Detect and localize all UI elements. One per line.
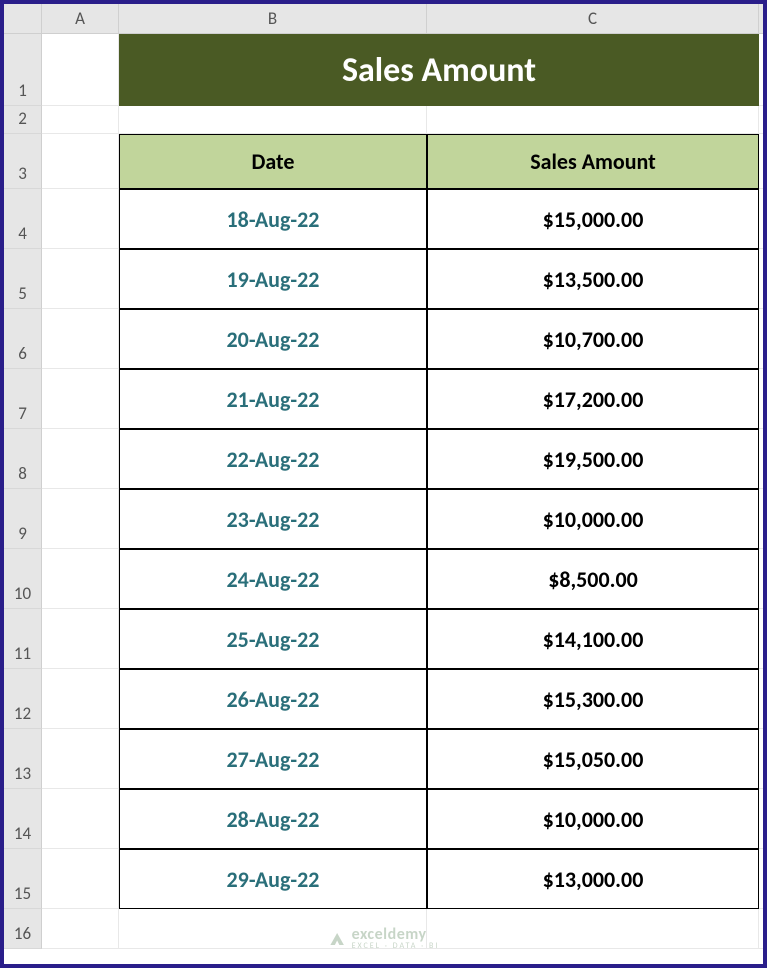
row-header-2[interactable]: 2 [4, 106, 42, 134]
cell-amount[interactable]: $8,500.00 [427, 549, 759, 609]
cell-C16[interactable] [427, 909, 759, 949]
cell-edge [759, 309, 767, 369]
col-header-B[interactable]: B [119, 4, 427, 34]
cell-A1[interactable] [42, 34, 119, 106]
cell-edge [759, 609, 767, 669]
cell-amount[interactable]: $10,000.00 [427, 789, 759, 849]
col-header-C[interactable]: C [427, 4, 759, 34]
row-header-4[interactable]: 4 [4, 189, 42, 249]
cell-edge [759, 489, 767, 549]
cell-amount[interactable]: $13,500.00 [427, 249, 759, 309]
cell-A8[interactable] [42, 429, 119, 489]
row-header-15[interactable]: 15 [4, 849, 42, 909]
cell-date[interactable]: 27-Aug-22 [119, 729, 427, 789]
cell-A13[interactable] [42, 729, 119, 789]
cell-date[interactable]: 19-Aug-22 [119, 249, 427, 309]
cell-A7[interactable] [42, 369, 119, 429]
table-header-amount[interactable]: Sales Amount [427, 134, 759, 189]
cell-A12[interactable] [42, 669, 119, 729]
cell-edge-3 [759, 134, 767, 189]
cell-date[interactable]: 25-Aug-22 [119, 609, 427, 669]
cell-edge [759, 189, 767, 249]
row-header-9[interactable]: 9 [4, 489, 42, 549]
cell-amount[interactable]: $15,050.00 [427, 729, 759, 789]
row-header-11[interactable]: 11 [4, 609, 42, 669]
cell-amount[interactable]: $19,500.00 [427, 429, 759, 489]
cell-amount[interactable]: $15,000.00 [427, 189, 759, 249]
cell-A14[interactable] [42, 789, 119, 849]
cell-A15[interactable] [42, 849, 119, 909]
row-header-12[interactable]: 12 [4, 669, 42, 729]
cell-amount[interactable]: $10,000.00 [427, 489, 759, 549]
cell-A10[interactable] [42, 549, 119, 609]
cell-date[interactable]: 20-Aug-22 [119, 309, 427, 369]
cell-B2[interactable] [119, 106, 427, 134]
cell-amount[interactable]: $10,700.00 [427, 309, 759, 369]
cell-edge-2 [759, 106, 767, 134]
cell-edge [759, 789, 767, 849]
cell-amount[interactable]: $17,200.00 [427, 369, 759, 429]
row-header-13[interactable]: 13 [4, 729, 42, 789]
row-header-7[interactable]: 7 [4, 369, 42, 429]
table-header-date[interactable]: Date [119, 134, 427, 189]
row-header-8[interactable]: 8 [4, 429, 42, 489]
cell-A2[interactable] [42, 106, 119, 134]
spreadsheet-frame: A B C 1 Sales Amount 2 3 Date Sales Amou… [0, 0, 767, 968]
cell-A6[interactable] [42, 309, 119, 369]
cell-date[interactable]: 28-Aug-22 [119, 789, 427, 849]
watermark-tagline: EXCEL · DATA · BI [352, 942, 440, 950]
cell-A4[interactable] [42, 189, 119, 249]
cell-edge [759, 369, 767, 429]
cell-edge [759, 429, 767, 489]
watermark: exceldemy EXCEL · DATA · BI [328, 927, 440, 950]
title-cell[interactable]: Sales Amount [119, 34, 759, 106]
row-header-16[interactable]: 16 [4, 909, 42, 949]
row-header-10[interactable]: 10 [4, 549, 42, 609]
cell-A9[interactable] [42, 489, 119, 549]
cell-amount[interactable]: $13,000.00 [427, 849, 759, 909]
exceldemy-logo-icon [328, 930, 346, 948]
cell-date[interactable]: 29-Aug-22 [119, 849, 427, 909]
row-header-6[interactable]: 6 [4, 309, 42, 369]
cell-A16[interactable] [42, 909, 119, 949]
cell-date[interactable]: 26-Aug-22 [119, 669, 427, 729]
cell-edge [759, 549, 767, 609]
row-header-14[interactable]: 14 [4, 789, 42, 849]
select-all-corner[interactable] [4, 4, 42, 34]
cell-A3[interactable] [42, 134, 119, 189]
cell-date[interactable]: 22-Aug-22 [119, 429, 427, 489]
cell-edge [759, 669, 767, 729]
spreadsheet-grid: A B C 1 Sales Amount 2 3 Date Sales Amou… [4, 4, 763, 949]
cell-date[interactable]: 21-Aug-22 [119, 369, 427, 429]
cell-edge [759, 849, 767, 909]
col-header-edge [759, 4, 767, 34]
cell-edge-16 [759, 909, 767, 949]
row-header-1[interactable]: 1 [4, 34, 42, 106]
cell-date[interactable]: 18-Aug-22 [119, 189, 427, 249]
cell-C2[interactable] [427, 106, 759, 134]
cell-A5[interactable] [42, 249, 119, 309]
cell-amount[interactable]: $14,100.00 [427, 609, 759, 669]
cell-edge-1 [759, 34, 767, 106]
col-header-A[interactable]: A [42, 4, 119, 34]
cell-date[interactable]: 23-Aug-22 [119, 489, 427, 549]
row-header-5[interactable]: 5 [4, 249, 42, 309]
cell-edge [759, 249, 767, 309]
cell-date[interactable]: 24-Aug-22 [119, 549, 427, 609]
cell-amount[interactable]: $15,300.00 [427, 669, 759, 729]
row-header-3[interactable]: 3 [4, 134, 42, 189]
cell-edge [759, 729, 767, 789]
cell-A11[interactable] [42, 609, 119, 669]
